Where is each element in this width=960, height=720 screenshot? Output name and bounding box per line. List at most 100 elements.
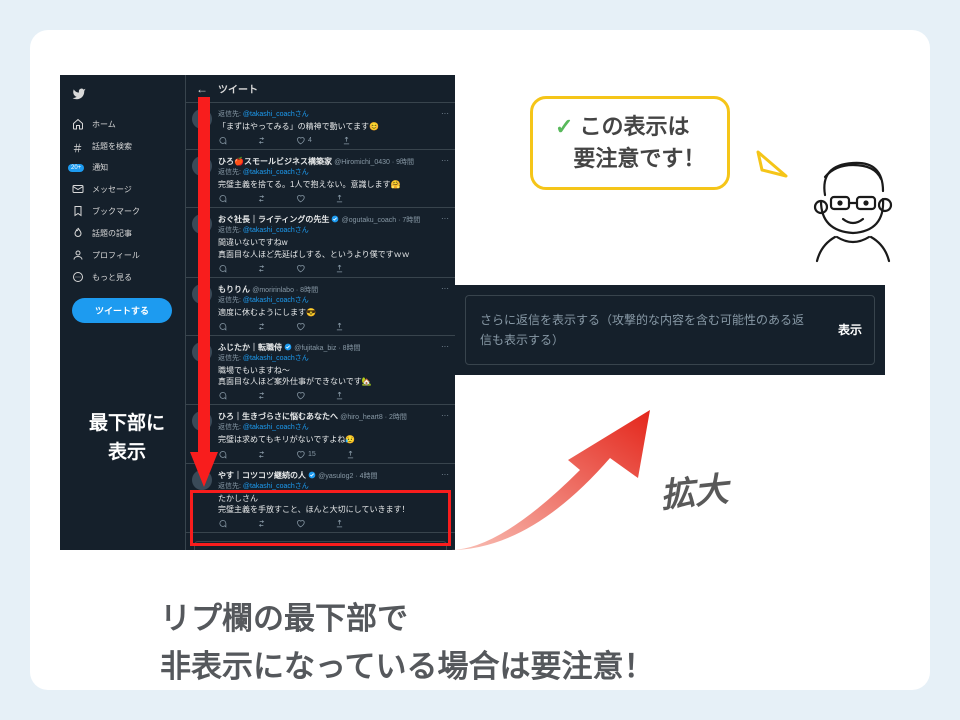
reply-action[interactable] <box>218 519 227 528</box>
hidden-replies-box-large[interactable]: さらに返信を表示する（攻撃的な内容を含む可能性のある返信も表示する） 表示 <box>465 295 875 365</box>
tweet-reply-to: 返信先: @takashi_coachさん <box>218 353 447 363</box>
compose-tweet-button[interactable]: ツイートする <box>72 298 172 323</box>
nav-topics-label: 話題の記事 <box>92 228 132 239</box>
share-icon <box>335 391 344 400</box>
feed-title: ツイート <box>218 81 258 96</box>
share-action[interactable] <box>335 391 344 400</box>
avatar-icon <box>192 109 212 129</box>
heart-icon <box>296 322 305 331</box>
twitter-logo-icon <box>72 87 86 101</box>
nav-profile[interactable]: プロフィール <box>64 244 181 266</box>
tweet-more-icon[interactable]: ··· <box>441 156 449 165</box>
retweet-action[interactable] <box>257 136 266 145</box>
nav-home[interactable]: ホーム <box>64 113 181 135</box>
retweet-action[interactable] <box>257 322 266 331</box>
heart-icon <box>296 519 305 528</box>
tweet-body: 職場でもいますね〜真面目な人ほど案外仕事ができないです🏡 <box>218 365 447 387</box>
nav-explore[interactable]: ＃ 話題を検索 <box>64 135 181 157</box>
retweet-icon <box>257 136 266 145</box>
tweet-handle: @hiro_heart8 · 2時間 <box>340 414 407 421</box>
nav-messages[interactable]: メッセージ <box>64 178 181 200</box>
tweet-more-icon[interactable]: ··· <box>441 342 449 351</box>
reply-action[interactable] <box>218 194 227 203</box>
retweet-action[interactable] <box>257 264 266 273</box>
notif-badge: 20+ <box>68 164 84 172</box>
zoom-label: 拡大 <box>658 462 731 518</box>
tweet-item[interactable]: ···おぐ社長｜ライティングの先生 @ogutaku_coach · 7時間返信… <box>186 208 455 277</box>
reply-icon <box>218 194 227 203</box>
retweet-action[interactable] <box>257 194 266 203</box>
retweet-action[interactable] <box>257 519 266 528</box>
like-action[interactable] <box>296 391 305 400</box>
tweet-more-icon[interactable]: ··· <box>441 109 449 118</box>
tweet-handle: @ogutaku_coach · 7時間 <box>342 217 421 224</box>
heart-icon <box>296 391 305 400</box>
reply-icon <box>218 450 227 459</box>
share-action[interactable] <box>335 519 344 528</box>
tweet-more-icon[interactable]: ··· <box>441 214 449 223</box>
tweet-author: やす｜コツコツ継続の人 <box>218 471 306 480</box>
tweet-body: 完璧は求めてもキリがないですよね😥 <box>218 434 447 445</box>
retweet-action[interactable] <box>257 450 266 459</box>
share-action[interactable] <box>335 194 344 203</box>
show-replies-button-large[interactable]: 表示 <box>838 320 862 340</box>
twitter-sidebar: ホーム ＃ 話題を検索 20+ 通知 メッセージ ブックマーク 話題の記事 <box>60 75 185 550</box>
tweet-item[interactable]: ···ひろ｜生きづらさに悩むあなたへ @hiro_heart8 · 2時間返信先… <box>186 405 455 463</box>
tweet-actions: 4 <box>218 136 447 145</box>
like-action[interactable] <box>296 194 305 203</box>
tweet-item[interactable]: ···ひろ🍎スモールビジネス構築家 @Hiromichi_0430 · 9時間返… <box>186 150 455 208</box>
reply-action[interactable] <box>218 322 227 331</box>
reply-icon <box>218 519 227 528</box>
nav-messages-label: メッセージ <box>92 184 132 195</box>
avatar-icon <box>192 342 212 362</box>
share-action[interactable] <box>335 322 344 331</box>
hidden-replies-box-small[interactable]: さらに返信を表示する（攻撃的な内容を含む可能性のある返信も表示する） 表示 <box>194 541 447 550</box>
callout-tail-icon <box>756 146 806 186</box>
retweet-action[interactable] <box>257 391 266 400</box>
tweet-reply-to: 返信先: @takashi_coachさん <box>218 295 447 305</box>
like-action[interactable]: 15 <box>296 450 316 459</box>
tweet-actions <box>218 264 447 273</box>
share-action[interactable] <box>346 450 355 459</box>
nav-more[interactable]: もっと見る <box>64 266 181 288</box>
reply-icon <box>218 322 227 331</box>
reply-action[interactable] <box>218 264 227 273</box>
like-action[interactable] <box>296 322 305 331</box>
tweet-item[interactable]: ···もりりん @moririnlabo · 8時間返信先: @takashi_… <box>186 278 455 336</box>
main-caption-line2: 非表示になっている場合は要注意！ <box>160 649 654 684</box>
tweet-reply-to: 返信先: @takashi_coachさん <box>218 225 447 235</box>
tweet-item[interactable]: ··· ふじたか｜転職侍 @fujitaka_biz · 8時間返信先: @tak… <box>186 336 455 405</box>
retweet-icon <box>257 264 266 273</box>
reply-action[interactable] <box>218 136 227 145</box>
tweet-handle: @fujitaka_biz · 8時間 <box>294 345 360 352</box>
reply-action[interactable] <box>218 391 227 400</box>
nav-bookmarks[interactable]: ブックマーク <box>64 200 181 222</box>
main-caption: リプ欄の最下部で 非表示になっている場合は要注意！ <box>160 595 654 691</box>
like-action[interactable] <box>296 519 305 528</box>
verified-badge-icon <box>308 471 316 479</box>
share-icon <box>335 194 344 203</box>
tweet-actions <box>218 519 447 528</box>
nav-notifications[interactable]: 20+ 通知 <box>64 157 181 178</box>
nav-topics[interactable]: 話題の記事 <box>64 222 181 244</box>
like-action[interactable]: 4 <box>296 136 312 145</box>
tweet-item[interactable]: ···やす｜コツコツ継続の人 @yasulog2 · 4時間返信先: @taka… <box>186 464 455 533</box>
reply-action[interactable] <box>218 450 227 459</box>
back-arrow-icon[interactable]: ← <box>196 82 208 96</box>
tweet-reply-to: 返信先: @takashi_coachさん <box>218 109 447 119</box>
like-action[interactable] <box>296 264 305 273</box>
share-action[interactable] <box>342 136 351 145</box>
twitter-screenshot: ホーム ＃ 話題を検索 20+ 通知 メッセージ ブックマーク 話題の記事 <box>60 75 455 550</box>
feed-header: ← ツイート <box>186 75 455 103</box>
hidden-replies-text-large: さらに返信を表示する（攻撃的な内容を含む可能性のある返信も表示する） <box>480 313 804 347</box>
tweet-handle: @Hiromichi_0430 · 9時間 <box>334 159 414 166</box>
verified-badge-icon <box>331 215 339 223</box>
tweet-author: ふじたか｜転職侍 <box>218 343 282 352</box>
tweet-item[interactable]: ··· 返信先: @takashi_coachさん「まずはやってみる」の精神で動… <box>186 103 455 150</box>
retweet-icon <box>257 322 266 331</box>
tweet-more-icon[interactable]: ··· <box>441 284 449 293</box>
share-action[interactable] <box>335 264 344 273</box>
nav-explore-label: 話題を検索 <box>92 141 132 152</box>
character-avatar-icon <box>805 155 899 265</box>
hash-icon: ＃ <box>72 140 84 152</box>
